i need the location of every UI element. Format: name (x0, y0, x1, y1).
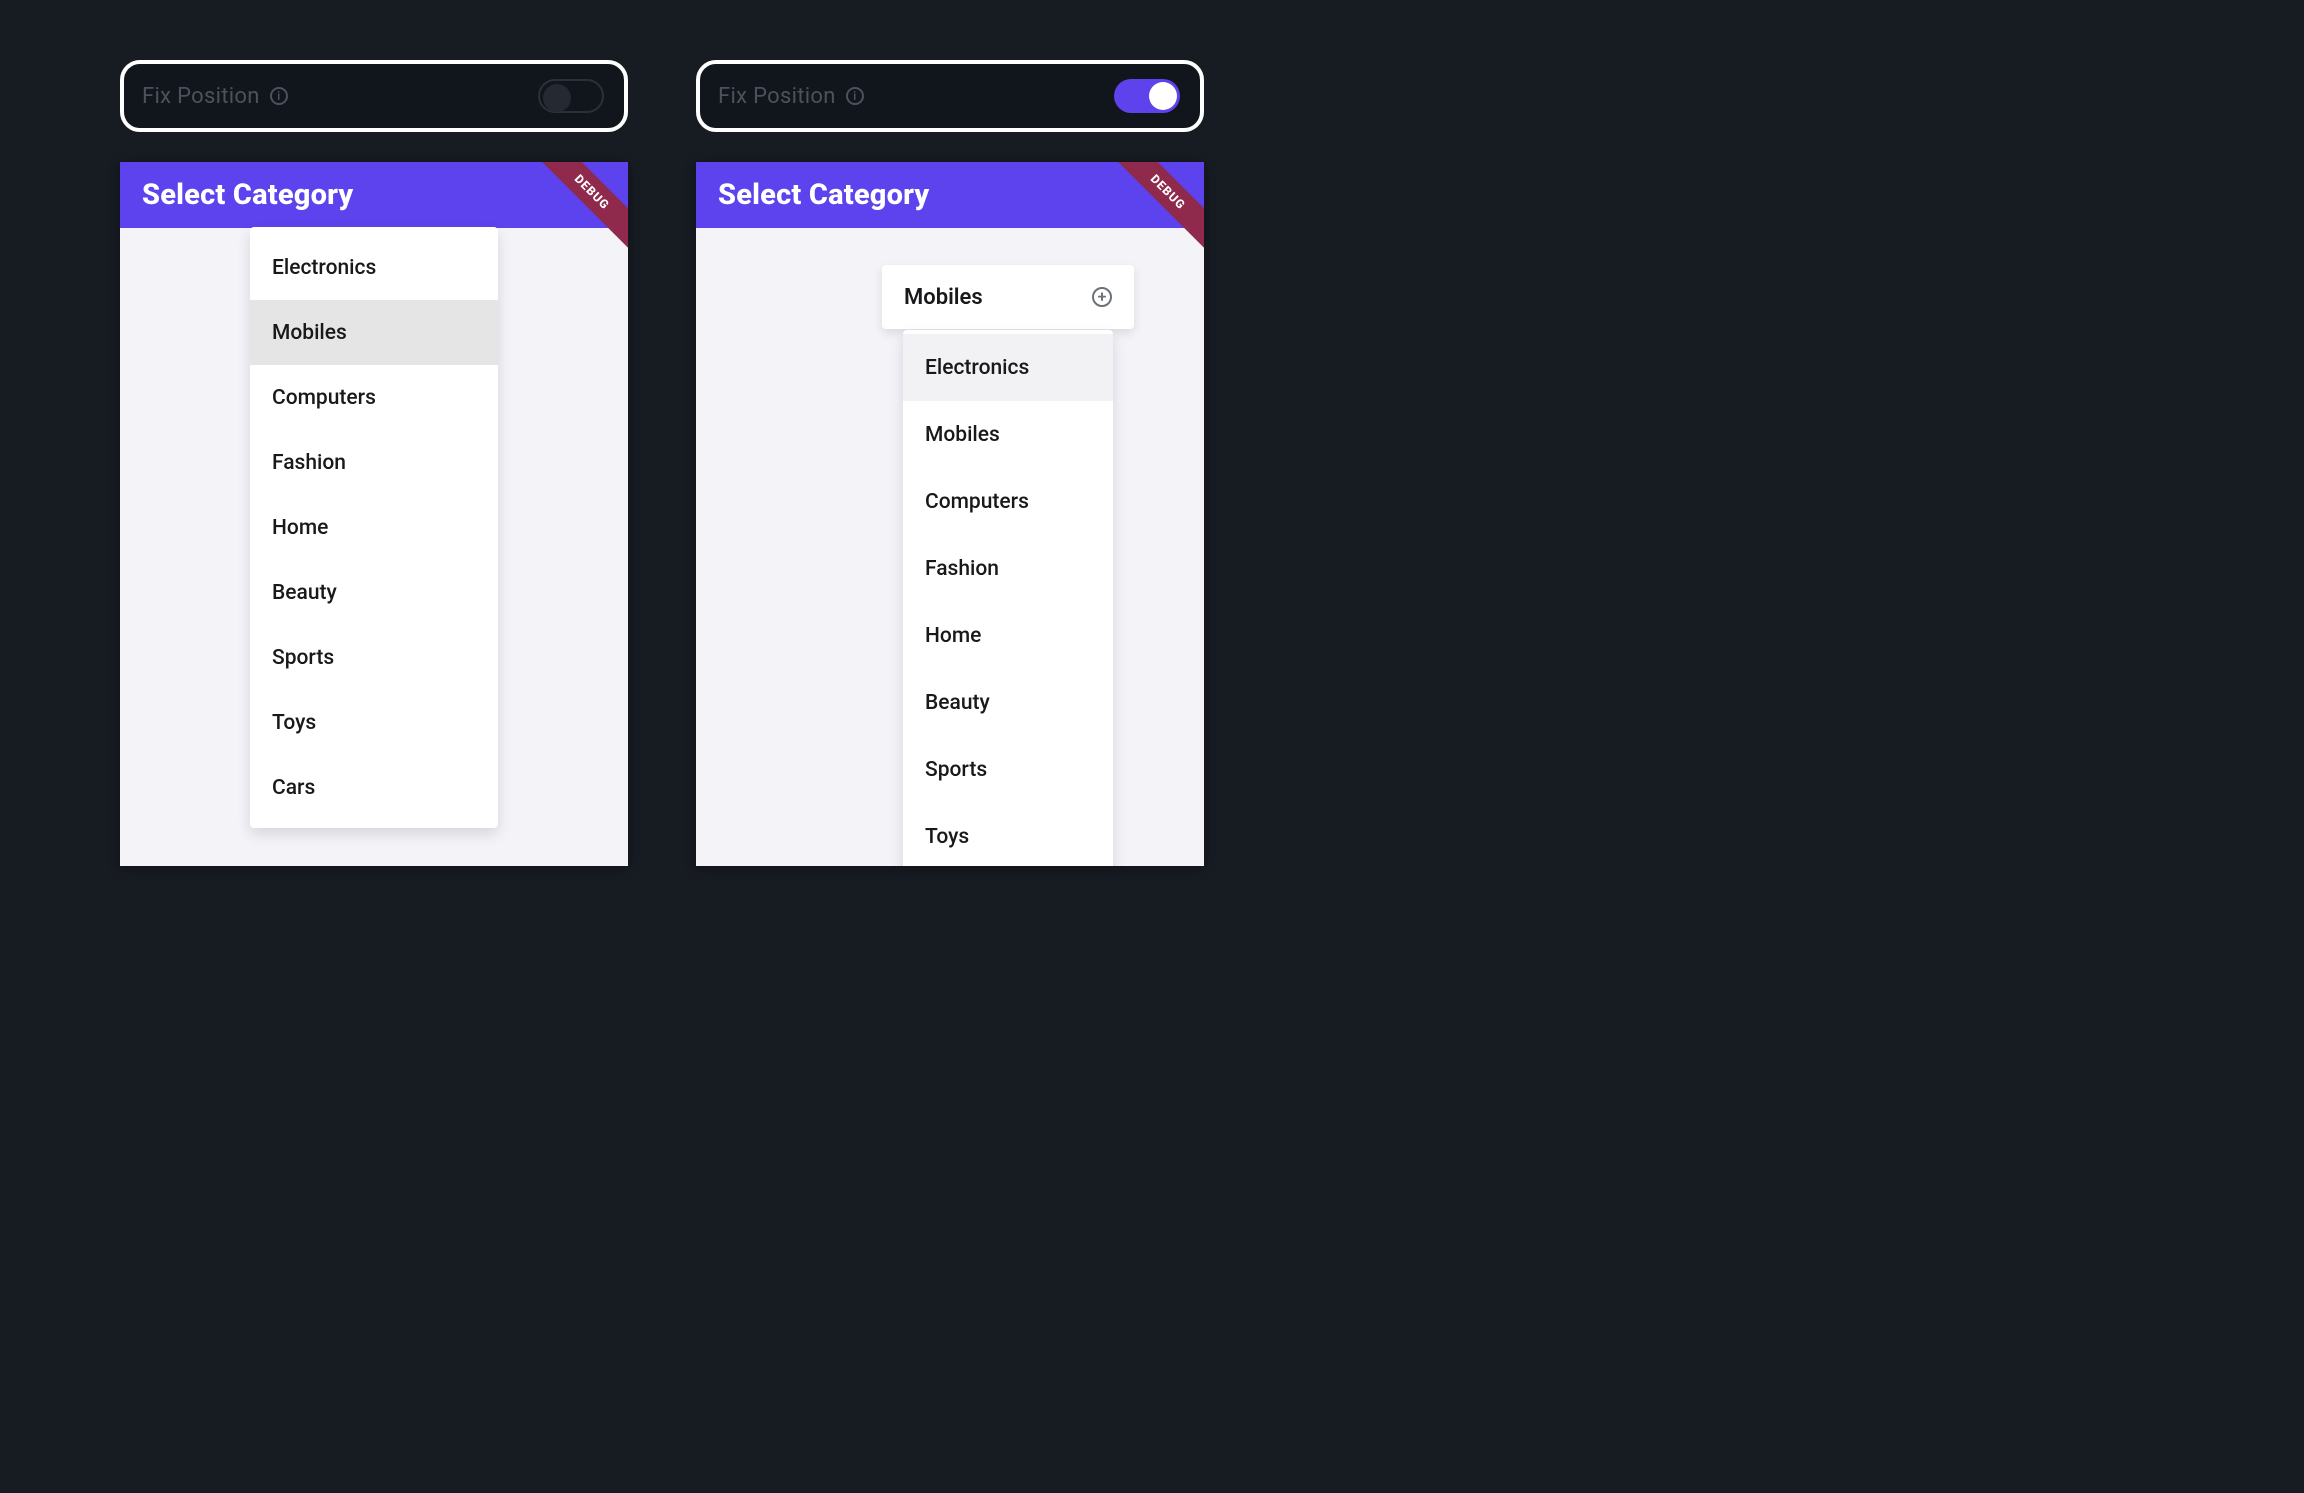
menu-item-label: Electronics (272, 256, 376, 280)
menu-item-label: Toys (272, 711, 316, 735)
app-frame-right: Select Category DEBUG Mobiles + Electron… (696, 162, 1204, 866)
selected-chip[interactable]: Mobiles + (882, 265, 1134, 329)
menu-item-cars[interactable]: Cars (250, 755, 498, 820)
toggle-knob (1149, 82, 1177, 110)
info-icon[interactable]: i (846, 87, 864, 105)
menu-item-beauty[interactable]: Beauty (250, 560, 498, 625)
menu-item-mobiles[interactable]: Mobiles (250, 300, 498, 365)
menu-item-beauty[interactable]: Beauty (903, 669, 1113, 736)
fix-position-toggle[interactable] (1114, 79, 1180, 113)
menu-item-label: Computers (925, 490, 1029, 514)
menu-item-label: Home (272, 516, 328, 540)
menu-item-home[interactable]: Home (903, 602, 1113, 669)
menu-item-label: Mobiles (272, 321, 347, 345)
menu-item-label: Cars (272, 776, 315, 800)
menu-item-label: Beauty (925, 691, 990, 715)
toggle-knob (543, 84, 571, 112)
menu-item-fashion[interactable]: Fashion (903, 535, 1113, 602)
info-icon[interactable]: i (270, 87, 288, 105)
menu-item-label: Fashion (272, 451, 346, 475)
menu-item-label: Mobiles (925, 423, 1000, 447)
menu-item-computers[interactable]: Computers (250, 365, 498, 430)
menu-item-label: Electronics (925, 356, 1029, 380)
panel-left: Fix Position i Select Category DEBUG Ele… (120, 60, 628, 1433)
setting-left: Fix Position i (142, 84, 288, 109)
menu-item-toys[interactable]: Toys (903, 803, 1113, 866)
fix-position-label: Fix Position (718, 84, 836, 109)
fix-position-toggle[interactable] (538, 79, 604, 113)
fix-position-setting: Fix Position i (120, 60, 628, 132)
app-title: Select Category (718, 178, 929, 212)
menu-item-electronics[interactable]: Electronics (903, 334, 1113, 401)
menu-item-electronics[interactable]: Electronics (250, 235, 498, 300)
selected-chip-label: Mobiles (904, 285, 983, 310)
setting-left: Fix Position i (718, 84, 864, 109)
menu-item-computers[interactable]: Computers (903, 468, 1113, 535)
menu-item-home[interactable]: Home (250, 495, 498, 560)
menu-item-mobiles[interactable]: Mobiles (903, 401, 1113, 468)
menu-item-label: Fashion (925, 557, 999, 581)
plus-circle-icon: + (1092, 287, 1112, 307)
menu-item-sports[interactable]: Sports (903, 736, 1113, 803)
menu-item-label: Sports (272, 646, 334, 670)
app-frame-left: Select Category DEBUG Electronics Mobile… (120, 162, 628, 866)
menu-item-label: Home (925, 624, 981, 648)
menu-item-label: Beauty (272, 581, 337, 605)
panel-right: Fix Position i Select Category DEBUG Mob… (696, 60, 1204, 1433)
app-title: Select Category (142, 178, 353, 212)
menu-item-label: Toys (925, 825, 969, 849)
dropdown-menu: Electronics Mobiles Computers Fashion Ho… (903, 330, 1113, 866)
menu-item-label: Computers (272, 386, 376, 410)
menu-item-label: Sports (925, 758, 987, 782)
fix-position-label: Fix Position (142, 84, 260, 109)
menu-item-fashion[interactable]: Fashion (250, 430, 498, 495)
menu-item-sports[interactable]: Sports (250, 625, 498, 690)
dropdown-menu: Electronics Mobiles Computers Fashion Ho… (250, 227, 498, 828)
menu-item-toys[interactable]: Toys (250, 690, 498, 755)
fix-position-setting: Fix Position i (696, 60, 1204, 132)
